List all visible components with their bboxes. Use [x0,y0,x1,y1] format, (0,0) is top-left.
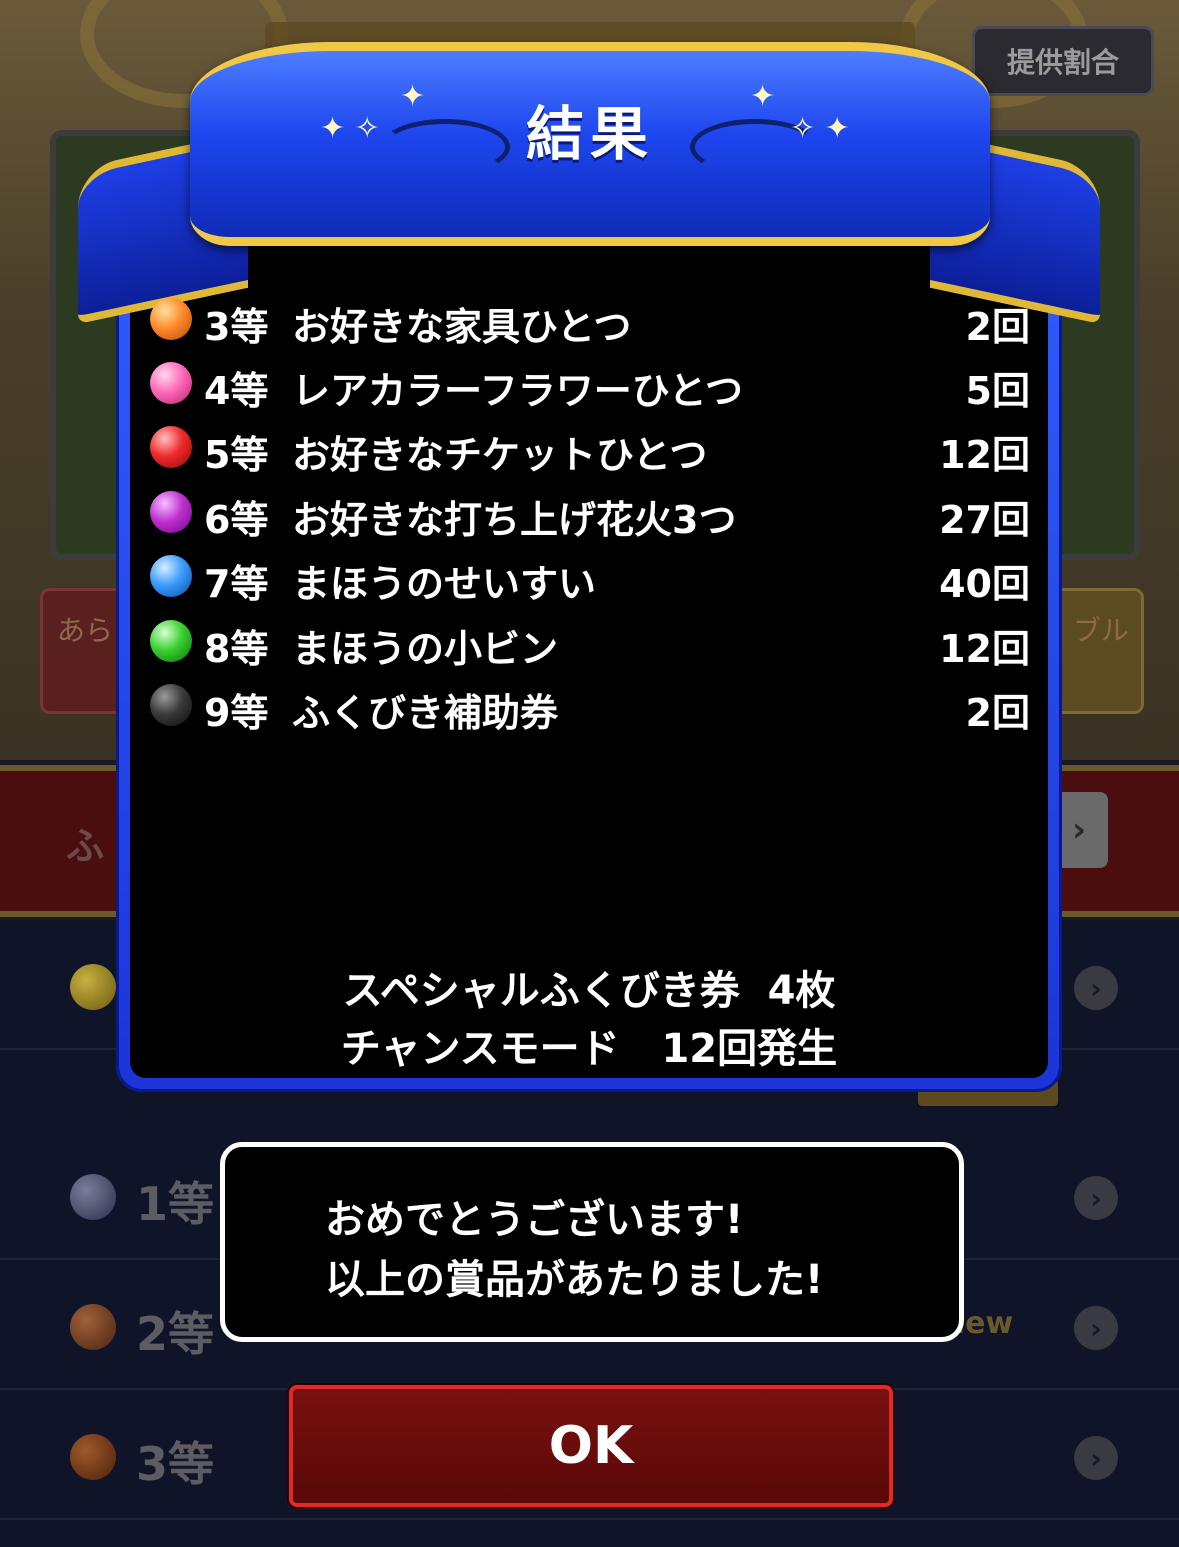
chevron-right-icon[interactable]: › [1074,1176,1118,1220]
summary-tickets: スペシャルふくびき券 4枚 [342,968,836,1014]
prize-name: お好きな打ち上げ花火3つ [292,498,737,542]
prize-name: お好きな家具ひとつ [292,305,632,349]
orb-icon [70,1304,116,1350]
prize-count: 12回 [939,627,1030,671]
result-title: 結果 [525,100,654,168]
prize-rank: 5等 [204,433,269,477]
prize-row: 5等 お好きなチケットひとつ 12回 [146,420,1036,480]
orb-icon [150,362,192,404]
prize-rank: 3等 [204,305,269,349]
prize-row: 4等 レアカラーフラワーひとつ 5回 [146,356,1036,416]
prize-rank: 9等 [204,691,269,735]
prize-rank: 7等 [204,562,269,606]
orb-icon [150,426,192,468]
chevron-right-icon[interactable]: › [1074,1306,1118,1350]
orb-icon [70,1434,116,1480]
prize-name: まほうの小ビン [292,627,559,671]
orb-icon [70,1174,116,1220]
prize-rank: 6等 [204,498,269,542]
background-rank-label: 1等 [136,1177,215,1231]
prize-count: 40回 [939,562,1030,606]
message-line-1: おめでとうございます! [325,1197,744,1243]
prize-row: 8等 まほうの小ビン 12回 [146,614,1036,674]
prize-name: まほうのせいすい [292,562,597,606]
prize-row: 9等 ふくびき補助券 2回 [146,678,1036,738]
chevron-right-icon[interactable]: › [1074,966,1118,1010]
orb-icon [150,555,192,597]
prize-count: 27回 [939,498,1030,542]
summary-chance-mode: チャンスモード 12回発生 [340,1026,838,1072]
prize-count: 2回 [965,691,1030,735]
prize-rank: 4等 [204,369,269,413]
prize-row: 3等 お好きな家具ひとつ 2回 [146,292,1036,352]
orb-icon [150,298,192,340]
prize-name: レアカラーフラワーひとつ [292,369,744,413]
prize-count: 2回 [965,305,1030,349]
background-left-button-label: あら [57,614,114,647]
rate-info-button[interactable]: 提供割合 [972,26,1154,96]
background-red-bar-label: ふ [66,824,105,868]
orb-icon [150,620,192,662]
background-rank-label: 3等 [136,1437,215,1491]
background-right-button-label: ブル [1073,614,1130,647]
prize-count: 12回 [939,433,1030,477]
prize-name: お好きなチケットひとつ [292,433,708,477]
result-ribbon: ✦ ✧ ✦ ✦ ✧ ✦ 結果 [190,42,990,246]
message-box: おめでとうございます! 以上の賞品があたりました! [220,1142,964,1342]
prize-rank: 8等 [204,627,269,671]
prize-name: ふくびき補助券 [292,691,559,735]
orb-icon [150,491,192,533]
orb-icon [150,684,192,726]
prize-row: 6等 お好きな打ち上げ花火3つ 27回 [146,485,1036,545]
message-line-2: 以上の賞品があたりました! [325,1257,824,1303]
background-rank-label: 2等 [136,1307,215,1361]
chevron-right-icon[interactable]: › [1074,1436,1118,1480]
prize-row: 7等 まほうのせいすい 40回 [146,549,1036,609]
orb-icon [70,964,116,1010]
prize-count: 5回 [965,369,1030,413]
ok-button[interactable]: OK [289,1385,893,1507]
